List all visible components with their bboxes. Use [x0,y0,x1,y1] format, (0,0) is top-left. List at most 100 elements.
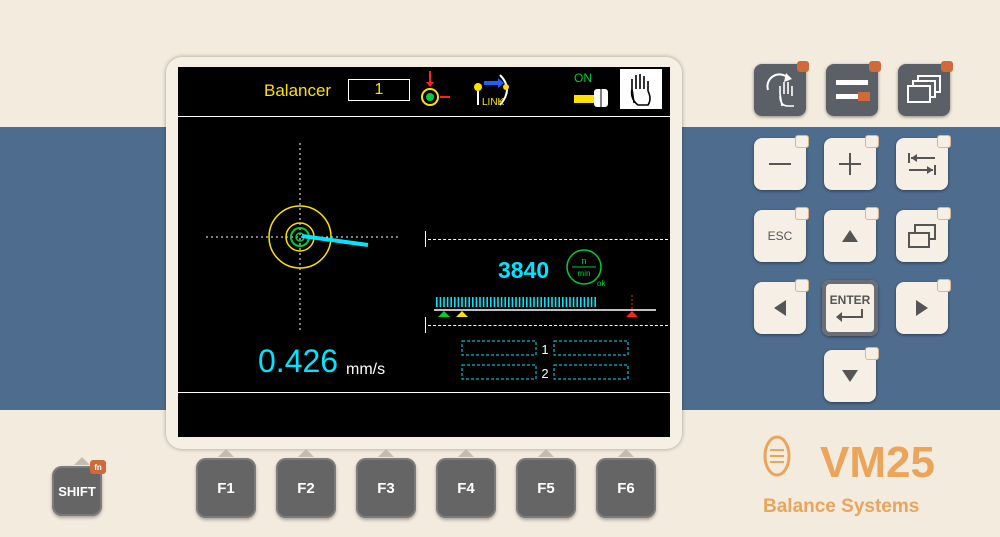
key-tag [797,61,809,72]
polar-vibration-plot [206,143,398,331]
warning-marker [456,311,468,317]
mode-button[interactable] [754,61,809,116]
key-tag [941,61,953,72]
bar-segment [457,297,460,307]
balancer-number-field[interactable]: 1 [348,79,410,101]
tolerance-tick-lower [425,317,426,333]
balance-status-rows: 1 2 [461,340,629,381]
enter-arrow-icon [836,309,863,322]
f5-button[interactable]: F5 [516,449,576,518]
tolerance-line-upper [428,239,668,240]
brand-logo-icon [763,435,791,477]
wrench-screwdriver-icon [836,80,870,101]
key-tag [937,207,951,220]
bar-segment [572,297,575,307]
vibration-unit: mm/s [346,361,386,378]
alarm-marker [626,311,638,317]
minus-button[interactable] [754,135,809,190]
on-status-label: ON [574,71,592,85]
rotate-hand-icon [766,73,794,107]
tolerance-tick-upper [425,231,426,247]
window-copy-icon [908,224,936,248]
model-name: VM25 [820,438,935,487]
bar-segment [450,297,452,307]
plus-icon [839,153,861,175]
tools-button[interactable] [826,61,881,116]
bar-segment [500,297,503,307]
balance-row-1-label: 1 [541,342,548,357]
arrow-up-icon [842,230,858,242]
down-button[interactable] [824,347,879,402]
key-tag [937,279,951,292]
bar-segment [439,297,442,307]
f2-button[interactable]: F2 [276,449,336,518]
bar-segment [454,297,456,307]
speed-value: 3840 [498,257,550,283]
key-tag [795,279,809,292]
arrow-left-icon [774,300,786,316]
bar-segment [479,297,481,307]
minus-icon [769,163,791,165]
company-name: Balance Systems [763,496,920,517]
vibration-value: 0.426 [258,343,339,379]
bar-segment [565,297,568,307]
bar-segment [436,297,438,307]
bar-segment [482,297,485,307]
function-row-divider [178,392,670,393]
stacked-windows-icon [907,75,941,103]
esc-label: ESC [767,229,793,243]
left-button[interactable] [754,279,809,334]
key-tag [795,135,809,148]
bar-segment [475,297,478,307]
bar-segment [497,297,499,307]
bar-segment [558,297,560,307]
esc-button[interactable]: ESC [754,207,809,262]
speed-unit-icon: n min ok [566,249,606,288]
key-tag [795,207,809,220]
bar-segment [504,297,506,307]
f1-button[interactable]: F1 [196,449,256,518]
bar-segment [544,297,546,307]
bar-segment [515,297,517,307]
up-button[interactable] [824,207,879,262]
bar-segment [583,297,586,307]
bar-segment [443,297,445,307]
bar-segment [533,297,535,307]
f3-button[interactable]: F3 [356,449,416,518]
enter-button[interactable]: ENTER [822,280,878,336]
bar-segment [446,297,449,307]
bar-segment [508,297,510,307]
manual-mode-hand-icon[interactable] [620,69,662,109]
target-marker-icon [421,71,450,106]
bar-segment [464,297,467,307]
bar-segment [461,297,463,307]
windows-button[interactable] [898,61,953,116]
vibration-bar-graph [434,295,656,317]
bar-segment [547,297,550,307]
spindle-on-icon [574,89,608,107]
bar-segment [490,297,492,307]
shift-button[interactable]: SHIFT fn [52,457,106,516]
bar-segment [587,297,589,307]
header-divider [178,116,670,117]
bar-segment [580,297,582,307]
f6-button[interactable]: F6 [596,449,656,518]
f4-button[interactable]: F4 [436,449,496,518]
plus-button[interactable] [824,135,879,190]
bar-segment [468,297,470,307]
speed-unit-bottom: min [578,269,591,278]
balancer-label: Balancer [264,81,332,100]
bar-segment [540,297,542,307]
bar-segment [569,297,571,307]
lcd-screen: Balancer 1 LINK ON 3840 n min ok 0.426 m… [178,67,670,437]
arrow-right-icon [916,300,928,316]
bar-segments [436,297,596,307]
fn-tag: fn [90,460,106,474]
bar-segment [522,297,524,307]
right-button[interactable] [896,279,951,334]
bar-segment [576,297,578,307]
copy-window-button[interactable] [896,207,951,262]
tab-button[interactable] [896,135,951,190]
key-tag [865,207,879,220]
bar-segment [472,297,474,307]
